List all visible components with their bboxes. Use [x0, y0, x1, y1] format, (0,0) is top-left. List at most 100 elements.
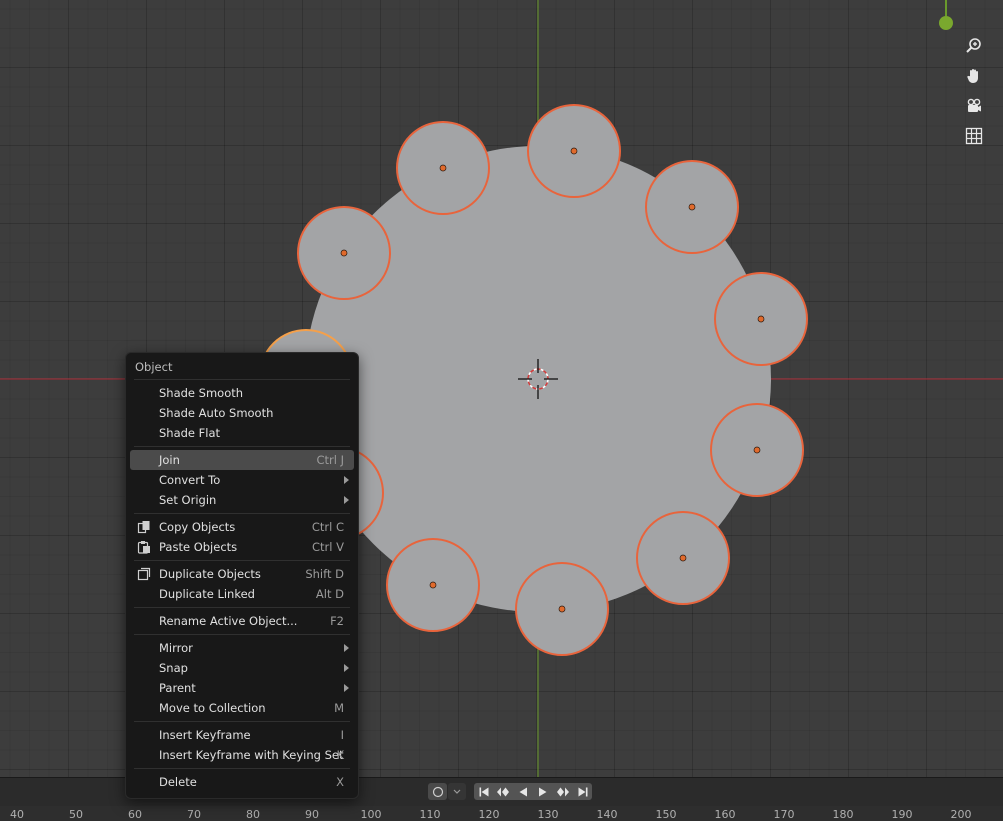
timeline-ruler[interactable]: 40 50 60 70 80 90 100 110 120 130 140 150 160 170 180 1…: [0, 806, 1003, 821]
menu-item-label: Set Origin: [159, 493, 217, 507]
menu-item-label: Rename Active Object...: [159, 614, 298, 628]
menu-item-insert-keyframe[interactable]: Insert Keyframe I: [130, 725, 354, 745]
menu-item-label: Mirror: [159, 641, 193, 655]
menu-item-label: Duplicate Linked: [159, 587, 255, 601]
jump-end-icon[interactable]: [573, 783, 592, 800]
paste-icon: [137, 540, 151, 554]
ruler-frame-label: 80: [246, 808, 260, 821]
menu-item-label: Join: [159, 453, 180, 467]
menu-item-shade-auto-smooth[interactable]: Shade Auto Smooth: [130, 403, 354, 423]
menu-separator: [134, 721, 350, 722]
menu-item-convert-to[interactable]: Convert To: [130, 470, 354, 490]
play-icon[interactable]: [533, 783, 552, 800]
menu-item-label: Insert Keyframe: [159, 728, 251, 742]
menu-item-snap[interactable]: Snap: [130, 658, 354, 678]
submenu-arrow-icon: [344, 476, 349, 484]
ruler-frame-label: 50: [69, 808, 83, 821]
menu-item-label: Shade Auto Smooth: [159, 406, 274, 420]
menu-item-shortcut: Alt D: [315, 587, 344, 601]
menu-item-shortcut: Shift D: [305, 567, 344, 581]
menu-item-duplicate-linked[interactable]: Duplicate Linked Alt D: [130, 584, 354, 604]
object-origin-dot: [688, 203, 696, 211]
ortho-grid-icon[interactable]: [960, 122, 988, 150]
menu-separator: [134, 607, 350, 608]
menu-item-shortcut: M: [334, 701, 344, 715]
ruler-frame-label: 130: [537, 808, 559, 821]
jump-start-icon[interactable]: [474, 783, 493, 800]
menu-item-shade-flat[interactable]: Shade Flat: [130, 423, 354, 443]
navigation-gizmo-y-icon[interactable]: [939, 0, 953, 30]
object-origin-dot: [558, 605, 566, 613]
ruler-frame-label: 110: [419, 808, 441, 821]
next-keyframe-icon[interactable]: [553, 783, 572, 800]
ruler-frame-label: 70: [187, 808, 201, 821]
menu-item-rename-active-object[interactable]: Rename Active Object... F2: [130, 611, 354, 631]
copy-icon: [137, 520, 151, 534]
menu-item-shortcut: Ctrl V: [312, 540, 344, 554]
menu-item-label: Paste Objects: [159, 540, 238, 554]
menu-item-insert-keyframe-with-keying-set[interactable]: Insert Keyframe with Keying Set K: [130, 745, 354, 765]
pan-hand-icon[interactable]: [960, 62, 988, 90]
object-origin-dot: [757, 315, 765, 323]
menu-item-label: Convert To: [159, 473, 221, 487]
menu-separator: [134, 379, 350, 380]
zoom-icon[interactable]: [960, 32, 988, 60]
menu-item-label: Shade Flat: [159, 426, 221, 440]
object-context-menu: Object Shade Smooth Shade Auto Smooth Shad…: [125, 352, 359, 799]
menu-item-label: Copy Objects: [159, 520, 236, 534]
object-origin-dot: [679, 554, 687, 562]
menu-item-label: Snap: [159, 661, 188, 675]
menu-separator: [134, 446, 350, 447]
ruler-frame-label: 90: [305, 808, 319, 821]
ruler-frame-label: 190: [891, 808, 913, 821]
menu-item-copy-objects[interactable]: Copy Objects Ctrl C: [130, 517, 354, 537]
menu-item-shortcut: I: [340, 728, 344, 742]
object-origin-dot: [340, 249, 348, 257]
submenu-arrow-icon: [344, 684, 349, 692]
ruler-frame-label: 100: [360, 808, 382, 821]
ruler-frame-label: 200: [950, 808, 972, 821]
menu-item-shortcut: X: [336, 775, 344, 789]
menu-title: Object: [135, 360, 173, 374]
menu-item-label: Duplicate Objects: [159, 567, 261, 581]
menu-item-label: Move to Collection: [159, 701, 266, 715]
duplicate-icon: [137, 567, 151, 581]
ruler-frame-label: 140: [596, 808, 618, 821]
object-origin-dot: [439, 164, 447, 172]
ruler-frame-label: 160: [714, 808, 736, 821]
menu-item-mirror[interactable]: Mirror: [130, 638, 354, 658]
menu-separator: [134, 768, 350, 769]
menu-item-paste-objects[interactable]: Paste Objects Ctrl V: [130, 537, 354, 557]
object-origin-dot: [429, 581, 437, 589]
menu-item-label: Shade Smooth: [159, 386, 244, 400]
menu-item-set-origin[interactable]: Set Origin: [130, 490, 354, 510]
menu-item-shortcut: K: [336, 748, 344, 762]
menu-separator: [134, 560, 350, 561]
menu-item-delete[interactable]: Delete X: [130, 772, 354, 792]
keyframe-type-icon[interactable]: [428, 783, 447, 800]
ruler-frame-label: 40: [10, 808, 24, 821]
ruler-frame-label: 150: [655, 808, 677, 821]
ruler-frame-label: 60: [128, 808, 142, 821]
menu-item-duplicate-objects[interactable]: Duplicate Objects Shift D: [130, 564, 354, 584]
play-reverse-icon[interactable]: [513, 783, 532, 800]
submenu-arrow-icon: [344, 664, 349, 672]
menu-item-shortcut: Ctrl C: [311, 520, 344, 534]
object-origin-dot: [570, 147, 578, 155]
menu-item-shortcut: Ctrl J: [316, 453, 344, 467]
menu-item-label: Delete: [159, 775, 197, 789]
submenu-arrow-icon: [344, 644, 349, 652]
chevron-down-icon[interactable]: [448, 783, 466, 800]
menu-item-parent[interactable]: Parent: [130, 678, 354, 698]
ruler-frame-label: 180: [832, 808, 854, 821]
menu-item-shortcut: F2: [330, 614, 344, 628]
prev-keyframe-icon[interactable]: [493, 783, 512, 800]
menu-item-shade-smooth[interactable]: Shade Smooth: [130, 383, 354, 403]
menu-item-move-to-collection[interactable]: Move to Collection M: [130, 698, 354, 718]
menu-separator: [134, 513, 350, 514]
camera-view-icon[interactable]: [960, 92, 988, 120]
menu-item-label: Insert Keyframe with Keying Set: [159, 748, 344, 762]
submenu-arrow-icon: [344, 496, 349, 504]
menu-item-join[interactable]: Join Ctrl J: [130, 450, 354, 470]
menu-separator: [134, 634, 350, 635]
